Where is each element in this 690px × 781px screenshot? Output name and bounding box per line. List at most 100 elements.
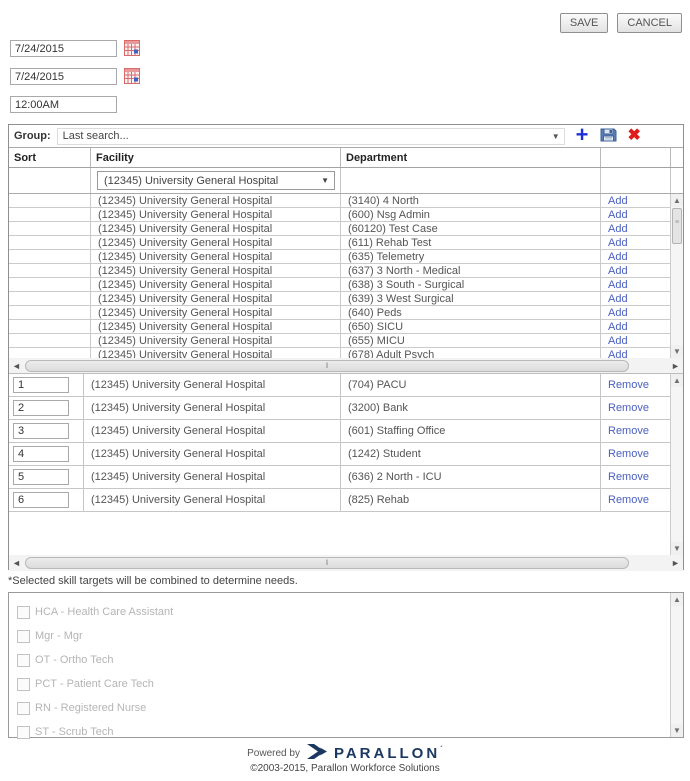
header-facility: Facility	[91, 148, 341, 167]
add-link[interactable]: Add	[608, 195, 628, 207]
list-item: HCA - Health Care Assistant	[17, 600, 683, 624]
scroll-up-icon[interactable]: ▲	[671, 593, 683, 606]
header-sort: Sort	[9, 148, 91, 167]
add-link[interactable]: Add	[608, 237, 628, 249]
scroll-right-icon[interactable]: ►	[669, 556, 682, 569]
checkbox-icon[interactable]	[17, 725, 30, 739]
scroll-down-icon[interactable]: ▼	[671, 542, 683, 555]
table-row: (12345) University General Hospital (678)…	[9, 348, 670, 358]
calendar-icon[interactable]	[124, 40, 140, 56]
table-row: (12345) University General Hospital (6012…	[9, 222, 670, 236]
table-row: (12345) University General Hospital(601)…	[9, 420, 670, 443]
list-item: PCT - Patient Care Tech	[17, 672, 683, 696]
horizontal-scrollbar[interactable]: ◄ ‖ ►	[9, 555, 683, 571]
add-link[interactable]: Add	[608, 251, 628, 263]
add-link[interactable]: Add	[608, 209, 628, 221]
add-link[interactable]: Add	[608, 349, 628, 359]
available-departments-list: (12345) University General Hospital (3140…	[9, 194, 683, 358]
table-row: (12345) University General Hospital (611)…	[9, 236, 670, 250]
sort-order-input[interactable]	[13, 492, 69, 508]
checkbox-icon[interactable]	[17, 653, 30, 667]
table-row: (12345) University General Hospital (639)…	[9, 292, 670, 306]
scroll-down-icon[interactable]: ▼	[671, 345, 683, 358]
sort-order-input[interactable]	[13, 423, 69, 439]
calendar-icon[interactable]	[124, 68, 140, 84]
list-item: RN - Registered Nurse	[17, 696, 683, 720]
sort-order-input[interactable]	[13, 469, 69, 485]
group-dropdown-value: Last search...	[62, 130, 129, 142]
facility-filter-row: (12345) University General Hospital ▼	[9, 168, 683, 194]
sort-order-input[interactable]	[13, 400, 69, 416]
end-date-input[interactable]	[10, 68, 117, 85]
group-dropdown[interactable]: Last search... ▼	[56, 127, 565, 145]
vertical-scrollbar[interactable]: ▲ ≡ ▼	[670, 194, 683, 358]
table-row: (12345) University General Hospital (640)…	[9, 306, 670, 320]
table-row: (12345) University General Hospital(1242…	[9, 443, 670, 466]
parallon-chevron-icon	[306, 744, 328, 762]
scrollbar-thumb[interactable]: ≡	[672, 208, 682, 244]
scrollbar-thumb[interactable]: ‖	[25, 360, 629, 372]
table-row: (12345) University General Hospital (638)…	[9, 278, 670, 292]
sort-order-input[interactable]	[13, 446, 69, 462]
sort-order-input[interactable]	[13, 377, 69, 393]
save-group-floppy-disk-icon[interactable]	[600, 127, 617, 146]
add-link[interactable]: Add	[608, 265, 628, 277]
selected-departments-list: (12345) University General Hospital(704)…	[9, 374, 683, 555]
chevron-down-icon: ▼	[551, 131, 560, 141]
scroll-left-icon[interactable]: ◄	[10, 556, 23, 569]
checkbox-icon[interactable]	[17, 701, 30, 715]
scroll-right-icon[interactable]: ►	[669, 359, 682, 372]
remove-link[interactable]: Remove	[608, 448, 649, 460]
group-label: Group:	[14, 130, 51, 142]
add-link[interactable]: Add	[608, 279, 628, 291]
list-item: OT - Ortho Tech	[17, 648, 683, 672]
add-link[interactable]: Add	[608, 223, 628, 235]
remove-link[interactable]: Remove	[608, 379, 649, 391]
save-button[interactable]: SAVE	[559, 13, 609, 33]
scroll-up-icon[interactable]: ▲	[671, 194, 683, 207]
remove-link[interactable]: Remove	[608, 471, 649, 483]
list-item: Mgr - Mgr	[17, 624, 683, 648]
scroll-up-icon[interactable]: ▲	[671, 374, 683, 387]
chevron-down-icon: ▼	[321, 176, 329, 185]
vertical-scrollbar[interactable]: ▲ ▼	[670, 593, 683, 737]
scrollbar-thumb[interactable]: ‖	[25, 557, 629, 569]
add-group-plus-icon[interactable]: +	[576, 123, 589, 146]
table-row: (12345) University General Hospital (3140…	[9, 194, 670, 208]
remove-link[interactable]: Remove	[608, 402, 649, 414]
skill-targets-list: HCA - Health Care Assistant Mgr - Mgr OT…	[8, 592, 684, 739]
delete-group-x-icon[interactable]: ✖	[628, 128, 641, 144]
add-link[interactable]: Add	[608, 321, 628, 333]
table-row: (12345) University General Hospital (600)…	[9, 208, 670, 222]
table-header: Sort Facility Department	[9, 148, 683, 168]
powered-by-label: Powered by	[247, 747, 300, 759]
add-link[interactable]: Add	[608, 293, 628, 305]
header-action	[601, 148, 671, 167]
horizontal-scrollbar[interactable]: ◄ ‖ ►	[9, 358, 683, 374]
remove-link[interactable]: Remove	[608, 494, 649, 506]
remove-link[interactable]: Remove	[608, 425, 649, 437]
checkbox-icon[interactable]	[17, 605, 30, 619]
scroll-down-icon[interactable]: ▼	[671, 724, 683, 737]
header-department: Department	[341, 148, 601, 167]
list-item: ST - Scrub Tech	[17, 720, 683, 744]
start-time-input[interactable]	[10, 96, 117, 113]
start-date-input[interactable]	[10, 40, 117, 57]
brand-logo-text: PARALLON´	[333, 744, 443, 762]
skills-note: *Selected skill targets will be combined…	[8, 575, 298, 587]
add-link[interactable]: Add	[608, 335, 628, 347]
department-selection-panel: Group: Last search... ▼ + ✖ Sort Facilit…	[8, 123, 684, 571]
table-row: (12345) University General Hospital (650)…	[9, 320, 670, 334]
table-row: (12345) University General Hospital(825)…	[9, 489, 670, 512]
table-row: (12345) University General Hospital(3200…	[9, 397, 670, 420]
add-link[interactable]: Add	[608, 307, 628, 319]
table-row: (12345) University General Hospital (637)…	[9, 264, 670, 278]
facility-filter-dropdown[interactable]: (12345) University General Hospital ▼	[97, 171, 335, 190]
checkbox-icon[interactable]	[17, 629, 30, 643]
scroll-left-icon[interactable]: ◄	[10, 359, 23, 372]
checkbox-icon[interactable]	[17, 677, 30, 691]
copyright-text: ©2003-2015, Parallon Workforce Solutions	[250, 763, 440, 774]
vertical-scrollbar[interactable]: ▲ ▼	[670, 374, 683, 555]
table-row: (12345) University General Hospital (635)…	[9, 250, 670, 264]
cancel-button[interactable]: CANCEL	[617, 13, 682, 33]
